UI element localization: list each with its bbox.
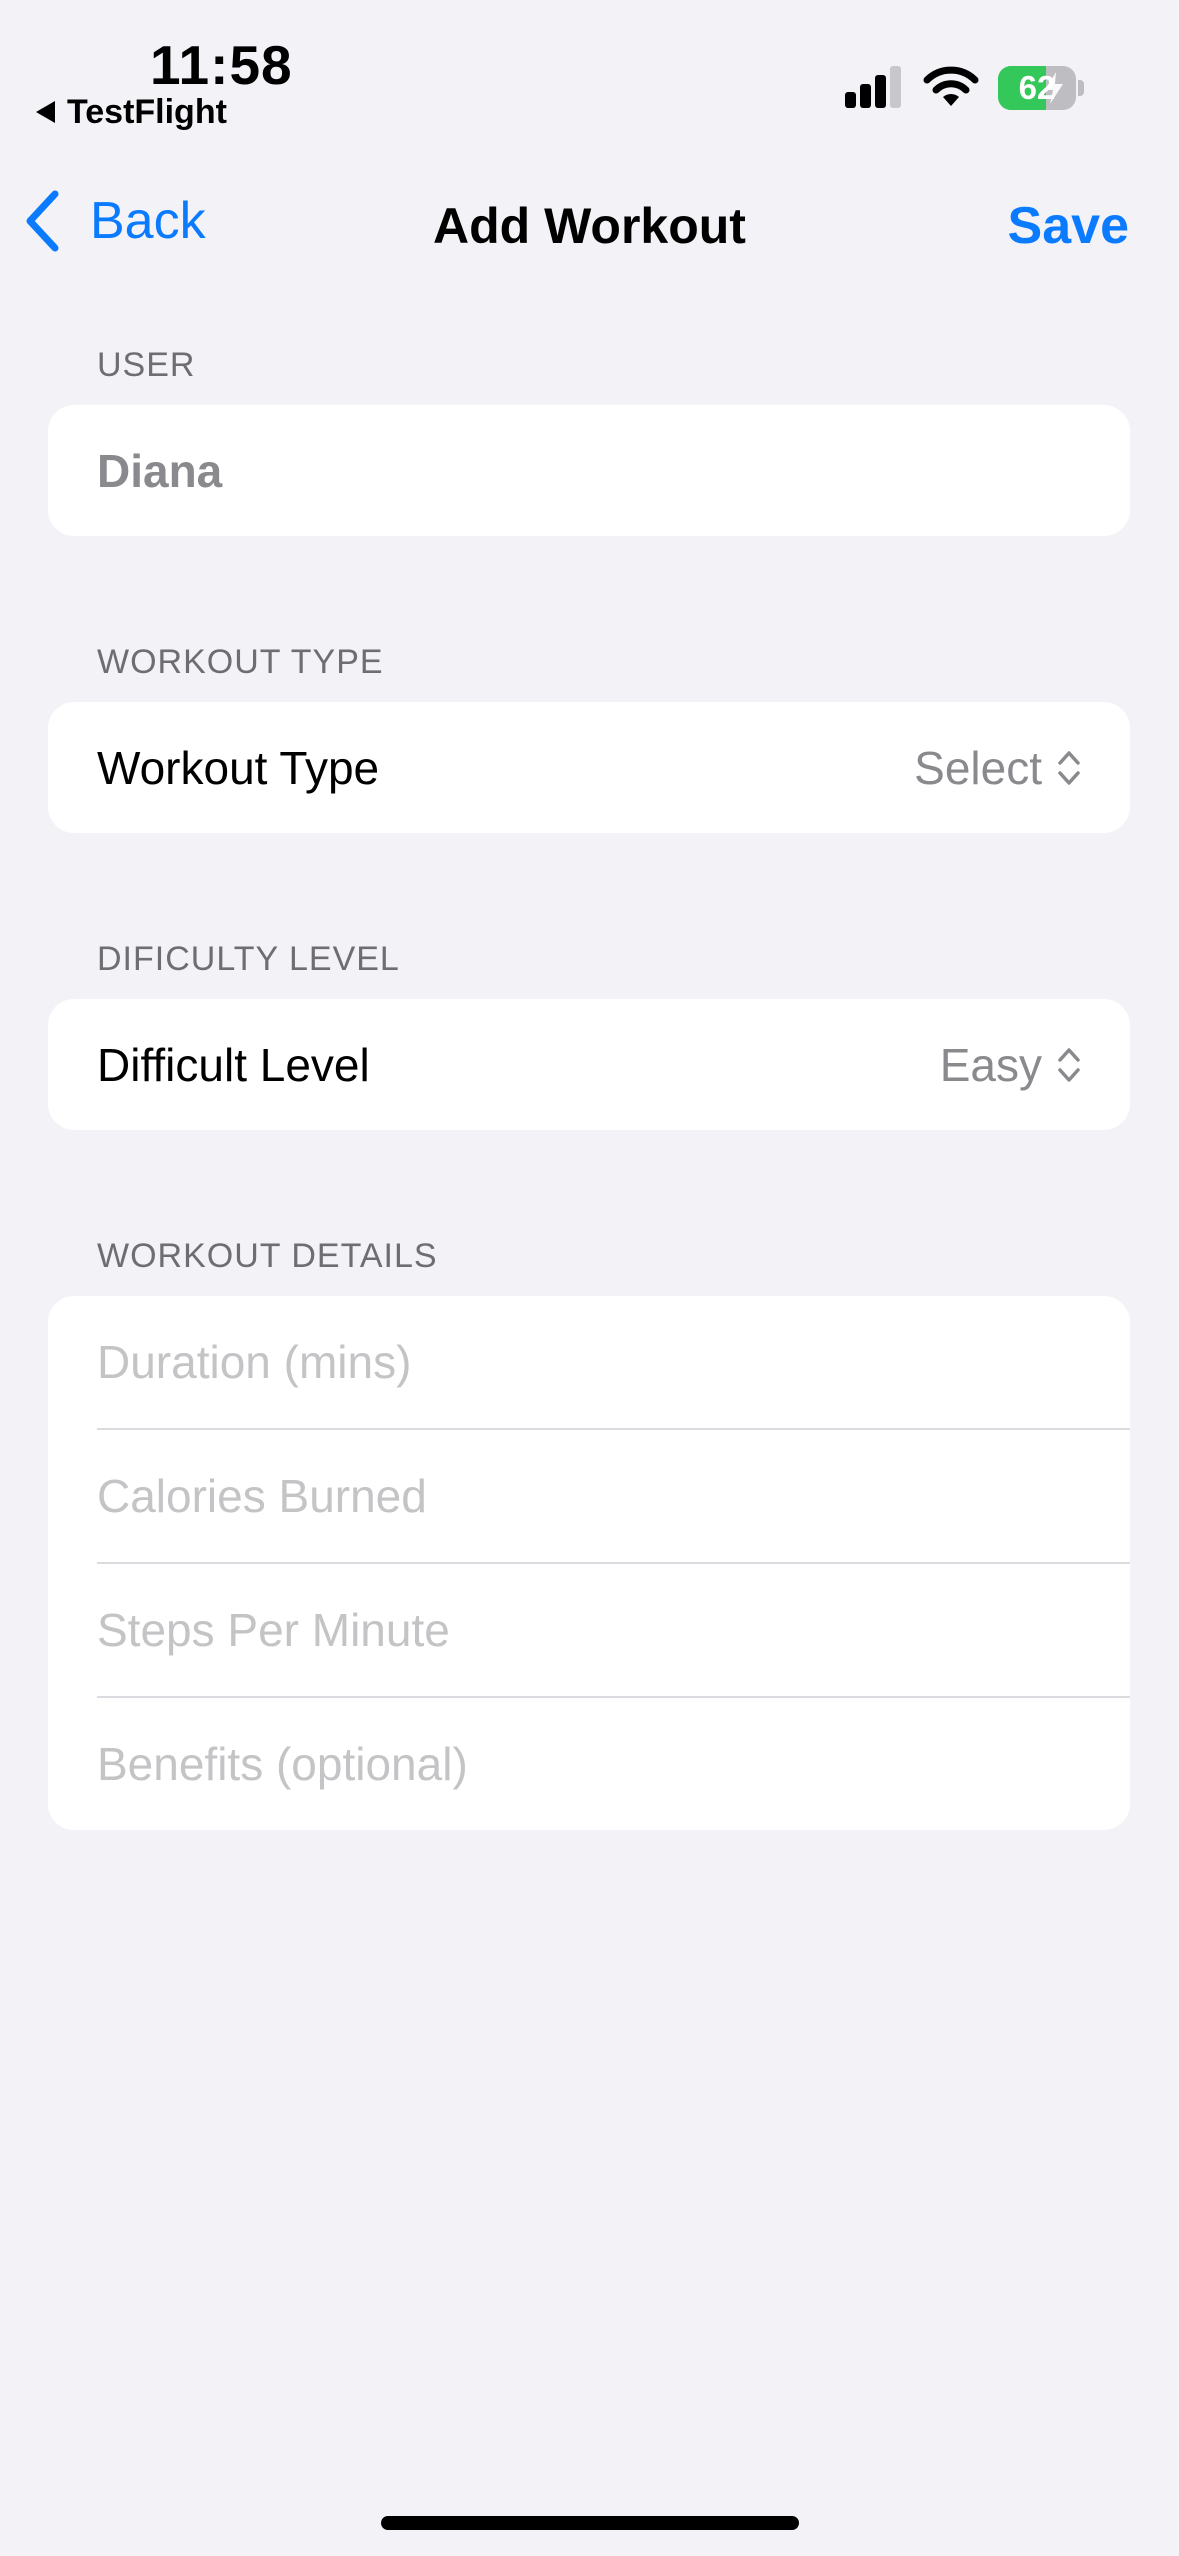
save-button[interactable]: Save	[1008, 196, 1129, 256]
user-row: Diana	[48, 405, 1130, 536]
back-to-app-link[interactable]: TestFlight	[36, 92, 227, 132]
workout-details-card	[48, 1296, 1130, 1830]
user-card: Diana	[48, 405, 1130, 536]
workout-type-section-header: WORKOUT TYPE	[97, 643, 384, 681]
calories-field-row	[97, 1430, 1130, 1562]
difficulty-section-header: DIFICULTY LEVEL	[97, 940, 400, 978]
benefits-input[interactable]	[97, 1737, 1082, 1791]
workout-type-card: Workout Type Select	[48, 702, 1130, 833]
cellular-signal-icon	[845, 66, 901, 108]
workout-details-section-header: WORKOUT DETAILS	[97, 1237, 438, 1275]
steps-field-row	[97, 1564, 1130, 1696]
chevron-up-down-icon	[1058, 1047, 1080, 1082]
page-title: Add Workout	[433, 198, 746, 254]
duration-input[interactable]	[97, 1335, 1082, 1389]
workout-type-label: Workout Type	[97, 741, 380, 794]
user-section-header: USER	[97, 346, 196, 384]
charging-bolt-icon	[1045, 72, 1063, 104]
back-to-app-label: TestFlight	[67, 93, 227, 131]
duration-field-row	[97, 1296, 1130, 1428]
difficulty-card: Difficult Level Easy	[48, 999, 1130, 1130]
difficulty-label: Difficult Level	[97, 1038, 370, 1091]
status-time: 11:58	[150, 34, 293, 96]
calories-input[interactable]	[97, 1469, 1082, 1523]
workout-type-value: Select	[914, 741, 1042, 794]
benefits-field-row	[97, 1698, 1130, 1830]
battery-tip	[1078, 80, 1084, 96]
steps-per-minute-input[interactable]	[97, 1603, 1082, 1657]
home-indicator[interactable]	[381, 2516, 799, 2530]
workout-type-picker[interactable]: Workout Type Select	[48, 702, 1130, 833]
difficulty-value: Easy	[939, 1038, 1042, 1091]
wifi-icon	[923, 66, 979, 106]
battery-charging-icon: 62	[998, 66, 1084, 110]
user-name: Diana	[97, 444, 223, 497]
back-triangle-icon	[36, 101, 55, 123]
difficulty-picker[interactable]: Difficult Level Easy	[48, 999, 1130, 1130]
chevron-up-down-icon	[1058, 750, 1080, 785]
